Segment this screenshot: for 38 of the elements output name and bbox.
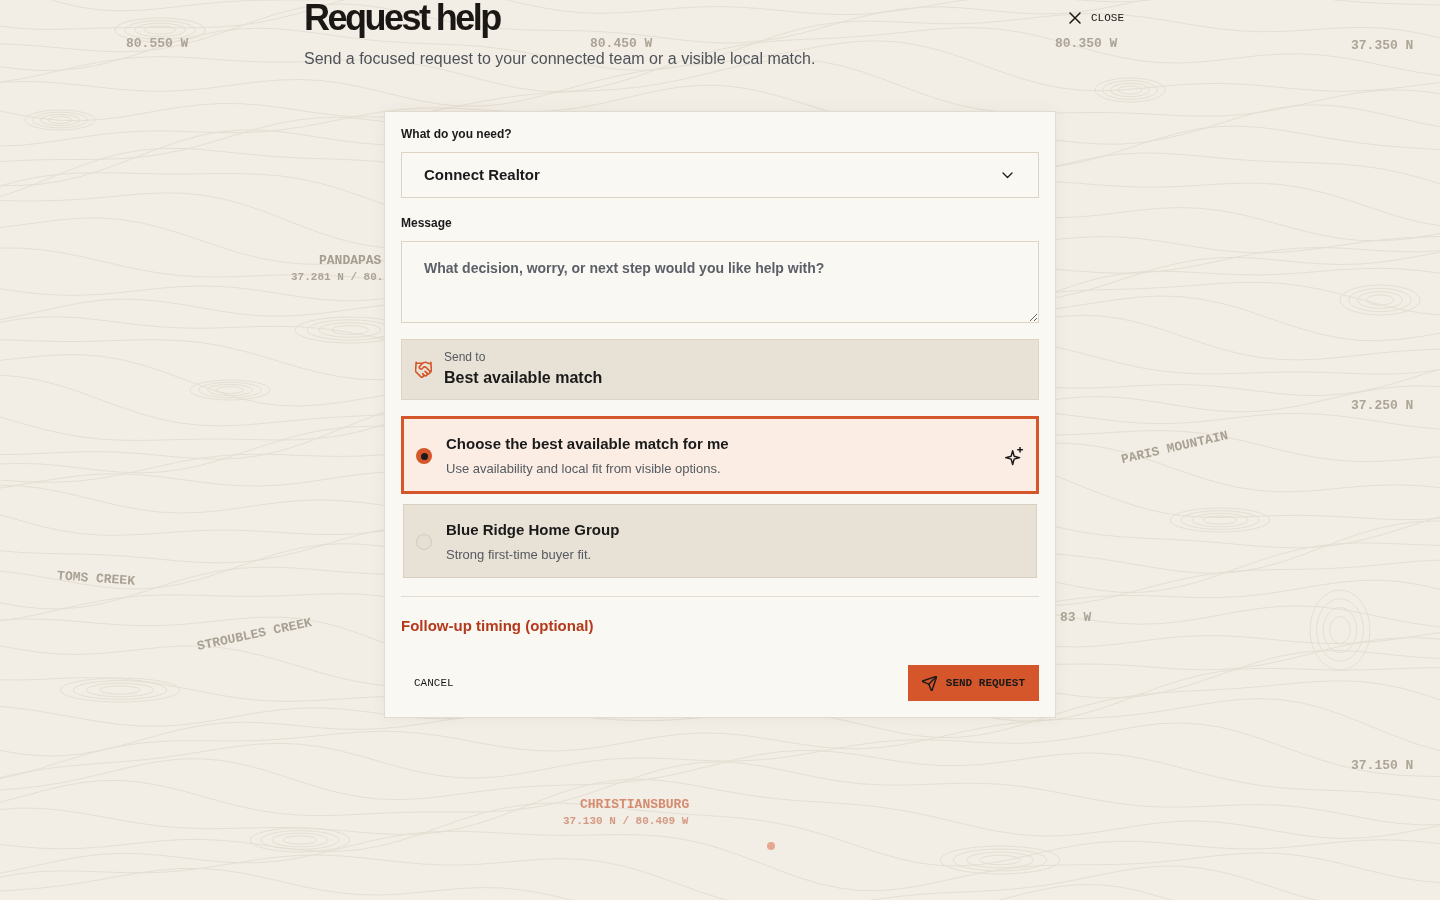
sparkle-icon [1005,446,1024,466]
radio-button[interactable] [416,448,432,464]
option-title: Blue Ridge Home Group [446,520,621,540]
map-place-label: PANDAPAS [319,253,382,268]
message-field[interactable]: What decision, worry, or next step would you like help with? [401,241,1039,323]
map-coordinate-label: 80.450 W [590,36,653,51]
match-option[interactable]: Choose the best available match for me Use availability and local fit from visible options. [401,416,1039,494]
need-dropdown[interactable]: Connect Realtor [401,152,1039,198]
map-place-coordinates: 37.281 N / 80. [291,270,384,284]
send-to-label: Send to [444,349,487,365]
send-request-button[interactable]: SEND REQUEST [907,665,1039,701]
map-coordinate-label: 37.250 N [1351,398,1414,413]
field-label: Message [401,215,453,231]
option-description: Strong first-time buyer fit. [446,546,593,564]
chevron-down-icon [1002,171,1013,179]
page-subtitle: Send a focused request to your connected team or a visible local match. [304,49,816,69]
map-coordinate-label: 83 W [1060,610,1092,625]
cancel-button[interactable]: CANCEL [401,665,467,701]
match-option[interactable]: Blue Ridge Home Group Strong first-time buyer fit. [403,504,1037,578]
handshake-icon [415,360,432,378]
map-coordinate-label: 80.550 W [126,36,189,51]
map-coordinate-label: 37.350 N [1351,38,1414,53]
option-title: Choose the best available match for me [446,434,730,454]
send-icon [921,675,937,691]
field-label: What do you need? [401,126,513,142]
send-to-value: Best available match [444,368,603,388]
map-coordinate-label: 37.150 N [1351,758,1414,773]
close-button[interactable]: CLOSE [1057,6,1136,30]
map-place-label: CHRISTIANSBURG [580,797,690,812]
map-place-coordinates: 37.130 N / 80.409 W [563,814,689,828]
radio-button[interactable] [416,534,432,550]
map-coordinate-label: 80.350 W [1055,36,1118,51]
follow-up-link[interactable]: Follow-up timing (optional) [401,616,594,636]
page-title: Request help [304,0,502,36]
map-marker-icon [767,842,775,850]
map-feature-label: TOMS CREEK [56,568,136,589]
close-icon [1069,12,1081,24]
option-description: Use availability and local fit from visible options. [446,460,722,478]
